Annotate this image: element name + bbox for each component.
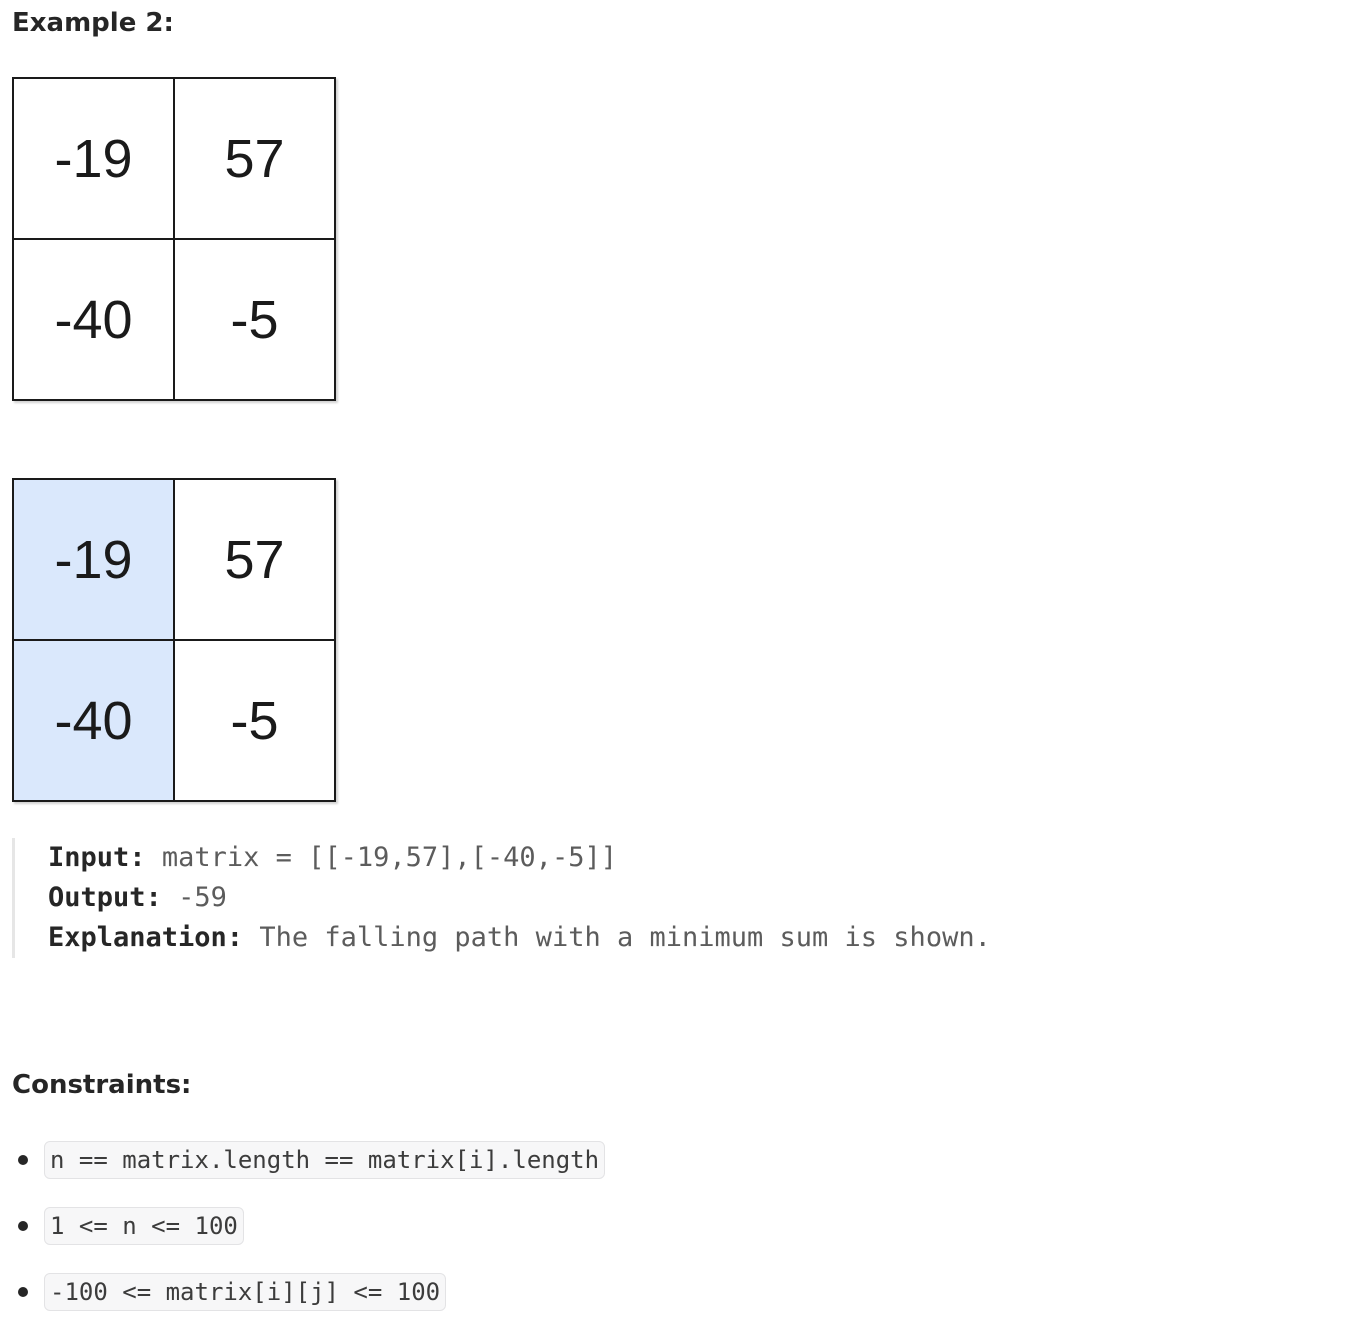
example-io-block: Input: matrix = [[-19,57],[-40,-5]] Outp…	[12, 838, 991, 958]
constraint-code: -100 <= matrix[i][j] <= 100	[44, 1273, 447, 1311]
constraints-title: Constraints:	[12, 1070, 192, 1100]
example-title: Example 2:	[12, 8, 174, 38]
constraints-list: n == matrix.length == matrix[i].length 1…	[12, 1140, 606, 1338]
constraint-code: n == matrix.length == matrix[i].length	[44, 1141, 606, 1179]
path-cell: 57	[175, 480, 336, 641]
output-value: -59	[178, 882, 227, 913]
explanation-line: Explanation: The falling path with a min…	[48, 918, 991, 958]
constraint-item: n == matrix.length == matrix[i].length	[12, 1140, 606, 1180]
input-label: Input:	[48, 842, 146, 873]
explanation-label: Explanation:	[48, 922, 244, 953]
input-line: Input: matrix = [[-19,57],[-40,-5]]	[48, 838, 991, 878]
bullet-icon	[18, 1155, 28, 1165]
bullet-icon	[18, 1221, 28, 1231]
path-cell: -40	[14, 641, 175, 802]
input-matrix-grid: -19 57 -40 -5	[12, 77, 336, 401]
explanation-value: The falling path with a minimum sum is s…	[259, 922, 991, 953]
input-value: matrix = [[-19,57],[-40,-5]]	[161, 842, 617, 873]
path-cell: -5	[175, 641, 336, 802]
matrix-cell: -19	[14, 79, 175, 240]
output-label: Output:	[48, 882, 162, 913]
bullet-icon	[18, 1287, 28, 1297]
constraint-item: -100 <= matrix[i][j] <= 100	[12, 1272, 605, 1312]
output-line: Output: -59	[48, 878, 991, 918]
matrix-cell: -40	[14, 240, 175, 401]
path-cell: -19	[14, 480, 175, 641]
constraint-item: 1 <= n <= 100	[12, 1206, 605, 1246]
falling-path-grid: -19 57 -40 -5	[12, 478, 336, 802]
constraint-code: 1 <= n <= 100	[44, 1207, 244, 1245]
matrix-cell: -5	[175, 240, 336, 401]
matrix-cell: 57	[175, 79, 336, 240]
